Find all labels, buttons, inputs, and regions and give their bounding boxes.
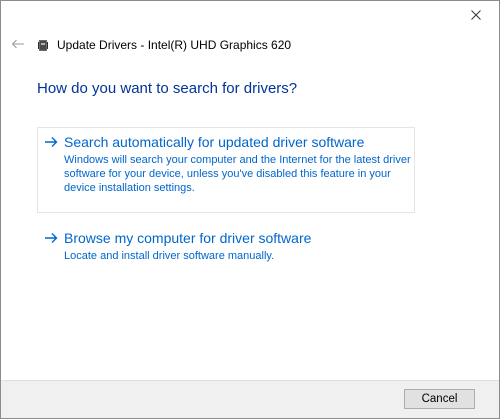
back-button[interactable] bbox=[9, 36, 27, 54]
close-button[interactable] bbox=[463, 5, 489, 27]
option-title: Browse my computer for driver software bbox=[64, 230, 312, 246]
option-title: Search automatically for updated driver … bbox=[64, 134, 365, 150]
dialog-window: Update Drivers - Intel(R) UHD Graphics 6… bbox=[0, 0, 500, 419]
close-icon bbox=[471, 7, 481, 25]
dialog-header: Update Drivers - Intel(R) UHD Graphics 6… bbox=[9, 35, 459, 55]
window-title: Update Drivers - Intel(R) UHD Graphics 6… bbox=[57, 38, 292, 52]
dialog-footer: Cancel bbox=[1, 380, 499, 418]
right-arrow-icon bbox=[44, 231, 60, 245]
option-description: Windows will search your computer and th… bbox=[64, 154, 411, 194]
display-adapter-icon bbox=[37, 38, 51, 52]
back-arrow-icon bbox=[11, 36, 25, 54]
browse-computer-option[interactable]: Browse my computer for driver software L… bbox=[37, 224, 415, 270]
right-arrow-icon bbox=[44, 135, 60, 149]
search-automatically-option[interactable]: Search automatically for updated driver … bbox=[37, 127, 415, 213]
option-description: Locate and install driver software manua… bbox=[64, 250, 275, 262]
cancel-button[interactable]: Cancel bbox=[404, 389, 475, 409]
page-heading: How do you want to search for drivers? bbox=[37, 80, 298, 97]
